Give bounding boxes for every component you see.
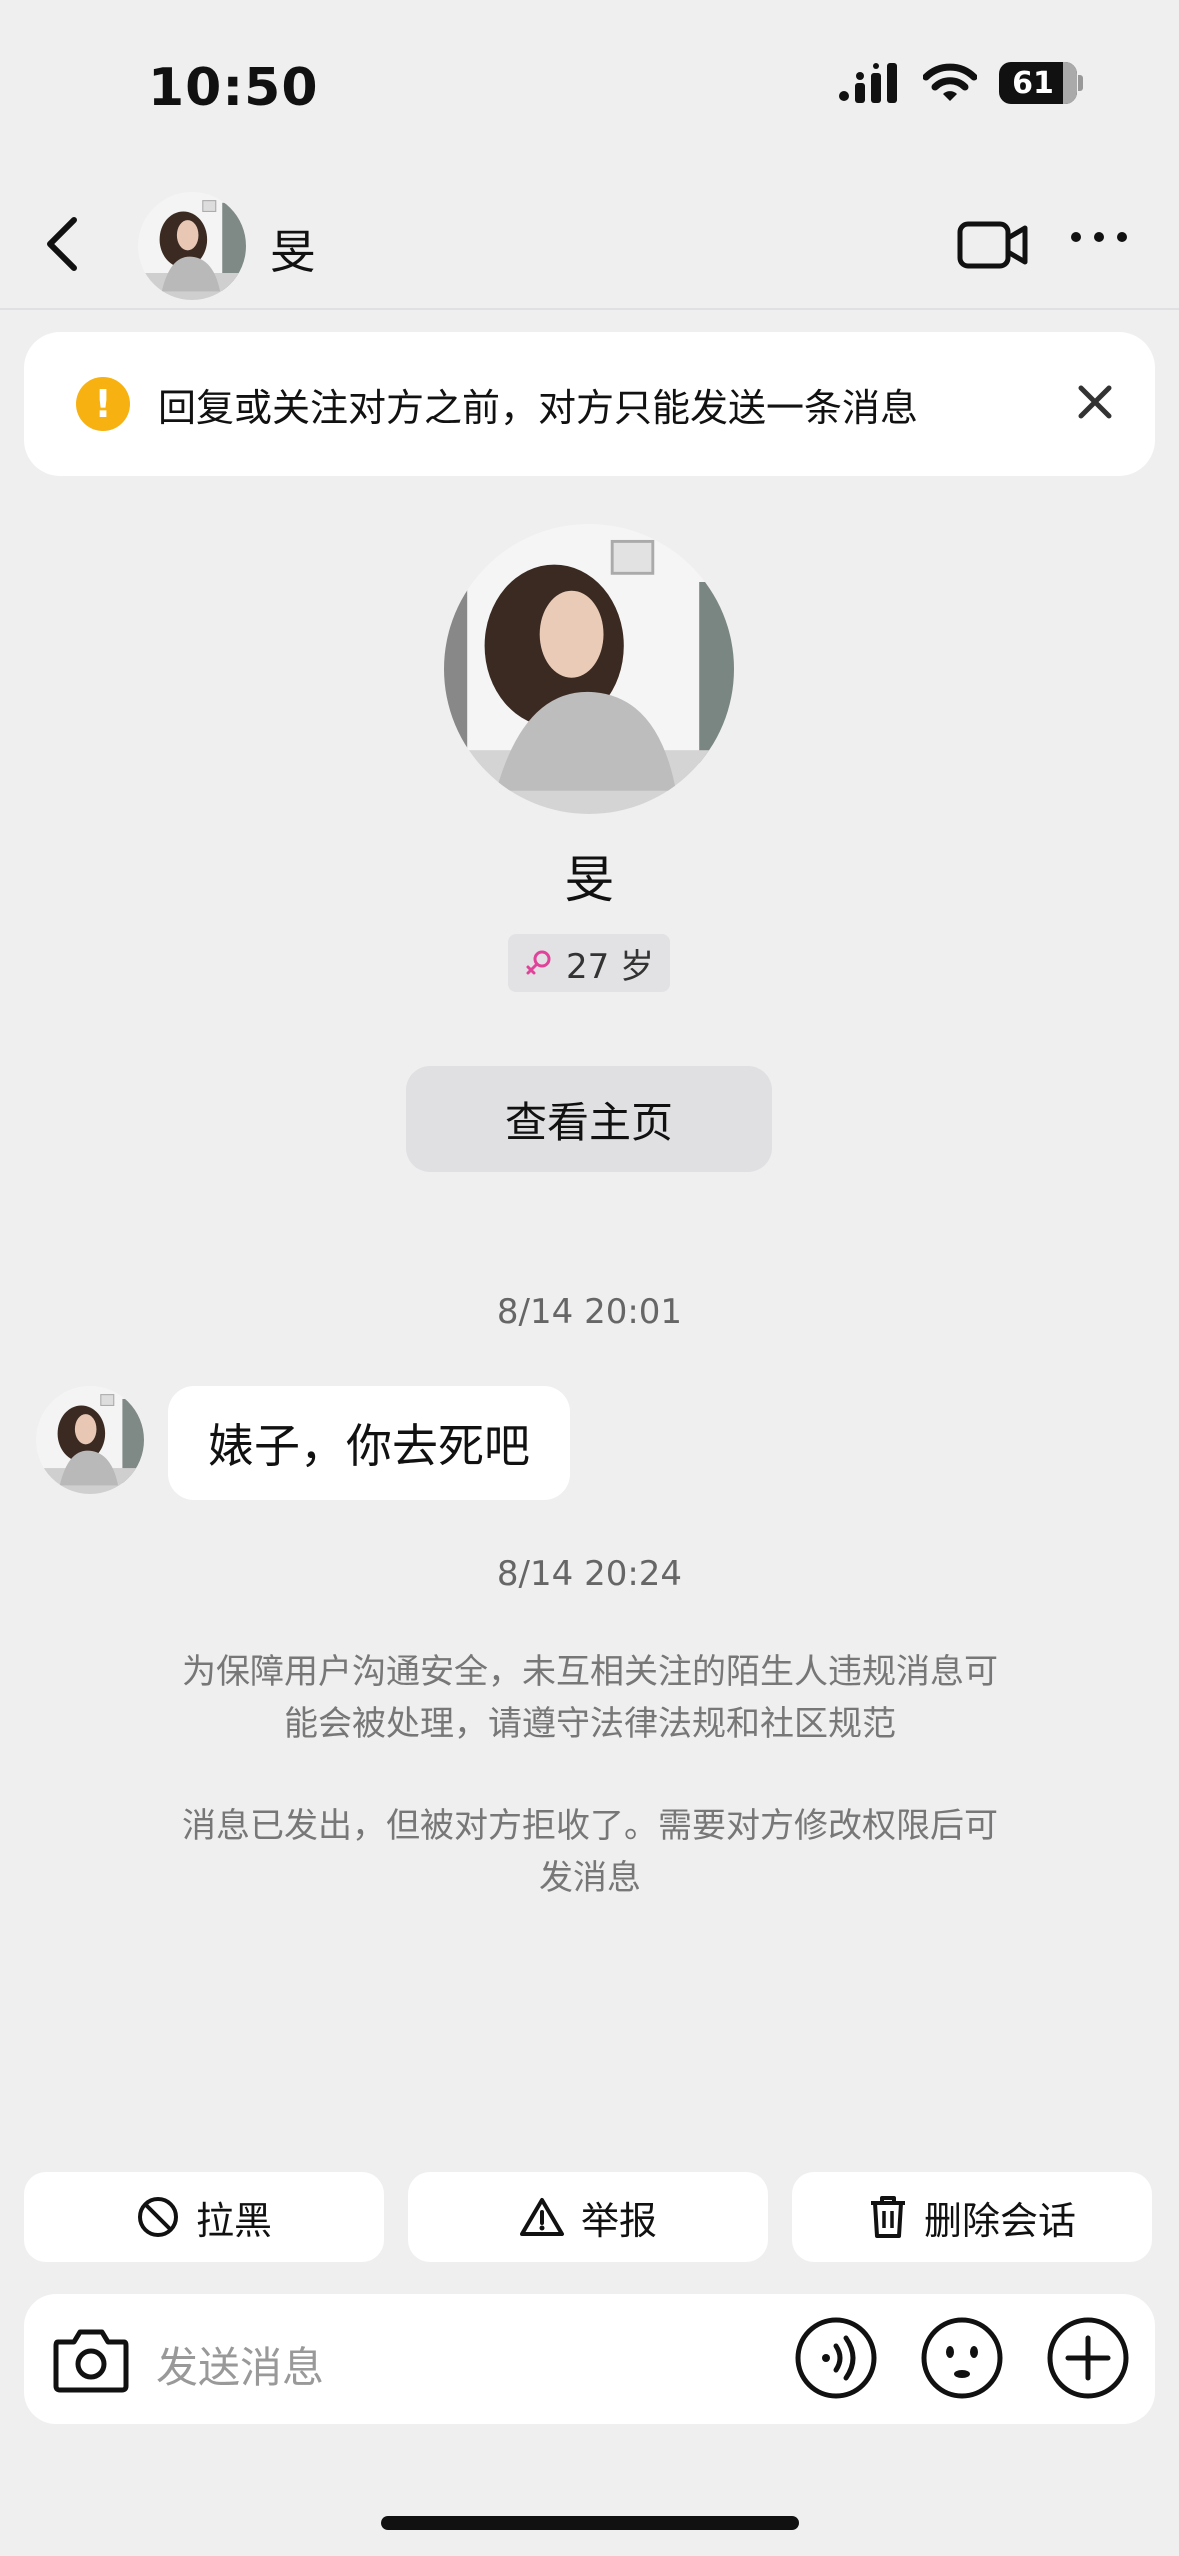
wifi-icon — [923, 63, 977, 101]
report-button[interactable]: 举报 — [408, 2172, 768, 2262]
profile-avatar[interactable] — [444, 524, 734, 814]
contact-avatar[interactable] — [138, 192, 246, 300]
chat-header: 旻 — [0, 180, 1179, 310]
voice-icon[interactable] — [794, 2316, 878, 2400]
safety-notice-line2: 能会被处理，请遵守法律法规和社区规范 — [284, 1704, 896, 1744]
video-call-icon[interactable] — [957, 218, 1029, 272]
avatar-photo — [36, 1386, 144, 1494]
message-input[interactable]: 发送消息 — [156, 2334, 324, 2395]
delete-conversation-button[interactable]: 删除会话 — [792, 2172, 1152, 2262]
plus-icon[interactable] — [1046, 2316, 1130, 2400]
header-contact-name[interactable]: 旻 — [270, 216, 316, 282]
banner-text: 回复或关注对方之前，对方只能发送一条消息 — [158, 385, 919, 430]
age-badge: 27 岁 — [508, 934, 670, 992]
emoji-icon[interactable] — [920, 2316, 1004, 2400]
report-label: 举报 — [580, 2198, 657, 2243]
avatar-photo — [444, 524, 734, 814]
rejected-notice: 消息已发出，但被对方拒收了。需要对方修改权限后可 发消息 — [140, 1800, 1040, 1904]
safety-notice-line1: 为保障用户沟通安全，未互相关注的陌生人违规消息可 — [182, 1652, 998, 1692]
message-timestamp: 8/14 20:01 — [496, 1292, 683, 1332]
status-time: 10:50 — [148, 58, 319, 118]
safety-notice: 为保障用户沟通安全，未互相关注的陌生人违规消息可 能会被处理，请遵守法律法规和社… — [140, 1646, 1040, 1750]
warning-triangle-icon — [519, 2198, 564, 2236]
view-homepage-button[interactable]: 查看主页 — [406, 1066, 772, 1172]
camera-icon[interactable] — [52, 2322, 130, 2396]
battery-level: 61 — [1012, 65, 1054, 101]
block-label: 拉黑 — [195, 2198, 272, 2243]
block-icon — [137, 2197, 178, 2237]
sender-avatar[interactable] — [36, 1386, 144, 1494]
signal-icon — [839, 63, 897, 103]
message-bubble[interactable]: 婊子，你去死吧 — [168, 1386, 570, 1500]
age-text: 27 岁 — [565, 946, 655, 987]
system-timestamp: 8/14 20:24 — [496, 1554, 683, 1594]
back-icon[interactable] — [40, 214, 100, 274]
message-limit-banner: ! 回复或关注对方之前，对方只能发送一条消息 — [24, 332, 1155, 476]
rejected-notice-line2: 发消息 — [539, 1858, 641, 1898]
female-icon — [526, 950, 551, 975]
delete-label: 删除会话 — [923, 2198, 1076, 2243]
home-indicator — [381, 2516, 799, 2530]
status-icons: 61 — [839, 62, 1083, 104]
rejected-notice-line1: 消息已发出，但被对方拒收了。需要对方修改权限后可 — [182, 1806, 998, 1846]
profile-name: 旻 — [564, 851, 615, 909]
more-icon[interactable] — [1069, 230, 1129, 244]
close-icon[interactable] — [1075, 382, 1115, 422]
avatar-photo — [138, 192, 246, 300]
block-button[interactable]: 拉黑 — [24, 2172, 384, 2262]
battery-indicator: 61 — [999, 62, 1083, 104]
message-input-bar: 发送消息 — [24, 2294, 1155, 2424]
warning-icon: ! — [76, 377, 130, 431]
trash-icon — [870, 2196, 905, 2238]
